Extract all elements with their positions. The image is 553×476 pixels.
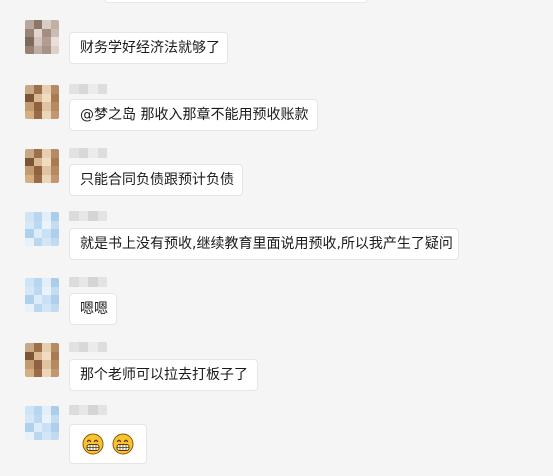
- grinning-face-emoji: [112, 433, 134, 455]
- avatar[interactable]: [25, 406, 59, 440]
- chat-message-list[interactable]: 财务学好经济法就够了 @梦之岛 那收入那章不能用预收账款 只能合同负债跟预计负债 就是…: [0, 0, 553, 476]
- message-row: [0, 0, 553, 476]
- grinning-face-emoji: [82, 433, 104, 455]
- emoji-message-bubble[interactable]: [69, 424, 147, 464]
- sender-name-blurred: [69, 405, 107, 415]
